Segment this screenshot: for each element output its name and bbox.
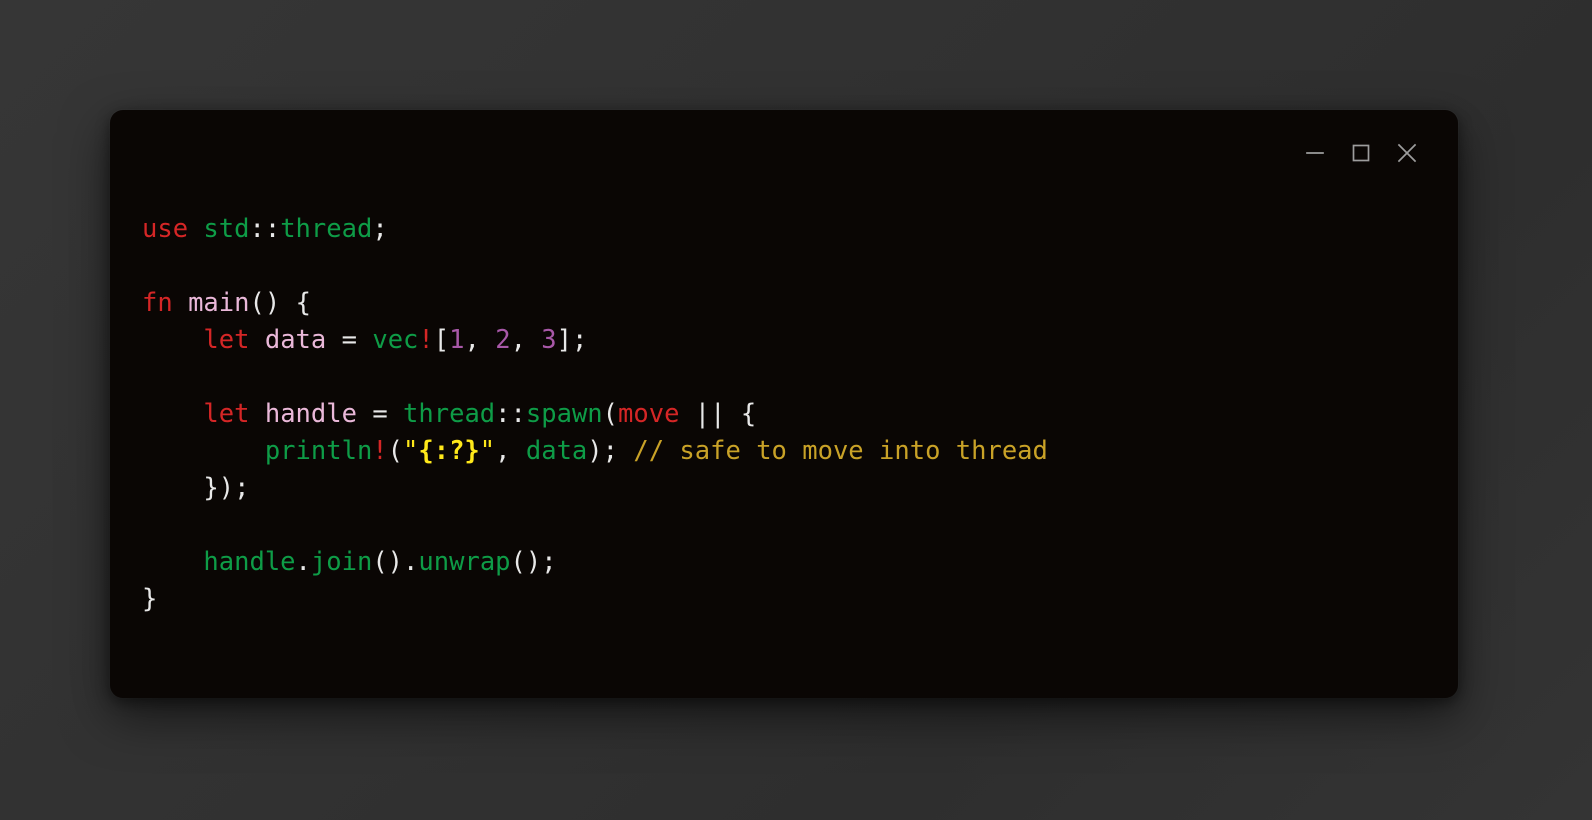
code-line-5-blank [142, 359, 1458, 396]
token-number-1: 1 [449, 325, 465, 355]
token-argument-data: data [525, 436, 588, 466]
token-assign-1: = [341, 325, 357, 355]
token-comment: // safe to move into thread [633, 436, 1048, 466]
token-macro-vec: vec [372, 325, 419, 355]
token-semicolon-2: ; [541, 547, 557, 577]
token-module-std: std [203, 214, 250, 244]
code-line-11: } [142, 581, 1458, 618]
code-line-9-blank [142, 507, 1458, 544]
code-line-10: handle.join().unwrap(); [142, 544, 1458, 581]
token-macro-bang-vec: ! [418, 325, 434, 355]
token-keyword-let-1: let [203, 325, 250, 355]
token-method-join: join [310, 547, 373, 577]
token-macro-bang-println: ! [372, 436, 388, 466]
window-title-bar[interactable] [110, 110, 1458, 196]
token-module-thread-2: thread [403, 399, 496, 429]
code-line-4: let data = vec![1, 2, 3]; [142, 322, 1458, 359]
code-line-6: let handle = thread::spawn(move || { [142, 396, 1458, 433]
token-semicolon-1: ; [372, 214, 388, 244]
token-bracket-close-semi: ]; [556, 325, 588, 355]
token-brace-open-closure: { [740, 399, 757, 429]
token-dot-1: . [295, 547, 311, 577]
code-line-7: println!("{:?}", data); // safe to move … [142, 433, 1458, 470]
token-path-sep-2: :: [495, 399, 526, 429]
close-button[interactable] [1384, 130, 1430, 176]
token-assign-2: = [372, 399, 388, 429]
token-empty-parens: () [249, 288, 281, 318]
code-line-3: fn main() { [142, 285, 1458, 322]
close-icon [1397, 143, 1417, 163]
token-variable-handle-2: handle [203, 547, 296, 577]
token-paren-open-println: ( [387, 436, 404, 466]
token-bracket-open: [ [433, 325, 450, 355]
token-function-main: main [188, 288, 250, 318]
token-variable-handle: handle [264, 399, 357, 429]
maximize-icon [1352, 144, 1370, 162]
code-line-8: }); [142, 470, 1458, 507]
token-method-unwrap: unwrap [418, 547, 511, 577]
token-keyword-let-2: let [203, 399, 250, 429]
token-brace-close-main: } [142, 584, 158, 614]
code-line-2-blank [142, 248, 1458, 285]
token-macro-println: println [264, 436, 373, 466]
token-keyword-use: use [142, 214, 189, 244]
desktop-background: use std::thread; fn main() { let data = … [0, 0, 1592, 820]
minimize-button[interactable] [1292, 130, 1338, 176]
token-closure-pipes: || [694, 399, 726, 429]
token-parens-unwrap: () [510, 547, 542, 577]
token-keyword-fn: fn [142, 288, 173, 318]
token-string-quote-open: " [403, 436, 419, 466]
token-string-body: {:?} [418, 436, 480, 466]
token-number-3: 3 [541, 325, 557, 355]
code-editor-window: use std::thread; fn main() { let data = … [110, 110, 1458, 698]
token-module-thread: thread [280, 214, 373, 244]
token-variable-data: data [264, 325, 327, 355]
token-string-quote-close: " [479, 436, 496, 466]
token-paren-open-spawn: ( [602, 399, 619, 429]
token-closure-close: }); [203, 473, 250, 503]
token-keyword-move: move [618, 399, 680, 429]
token-path-sep: :: [249, 214, 281, 244]
token-brace-open-main: { [295, 288, 311, 318]
maximize-button[interactable] [1338, 130, 1384, 176]
source-code[interactable]: use std::thread; fn main() { let data = … [142, 211, 1458, 618]
token-number-2: 2 [495, 325, 511, 355]
token-comma-a: , [464, 325, 496, 355]
code-content-area[interactable]: use std::thread; fn main() { let data = … [110, 196, 1458, 698]
token-comma-b: , [510, 325, 542, 355]
token-paren-close-semi: ); [587, 436, 619, 466]
token-dot-2: . [403, 547, 419, 577]
token-function-spawn: spawn [525, 399, 603, 429]
token-comma-args: , [495, 436, 511, 466]
code-line-1: use std::thread; [142, 211, 1458, 248]
minimize-icon [1306, 152, 1324, 154]
token-parens-join: () [372, 547, 404, 577]
